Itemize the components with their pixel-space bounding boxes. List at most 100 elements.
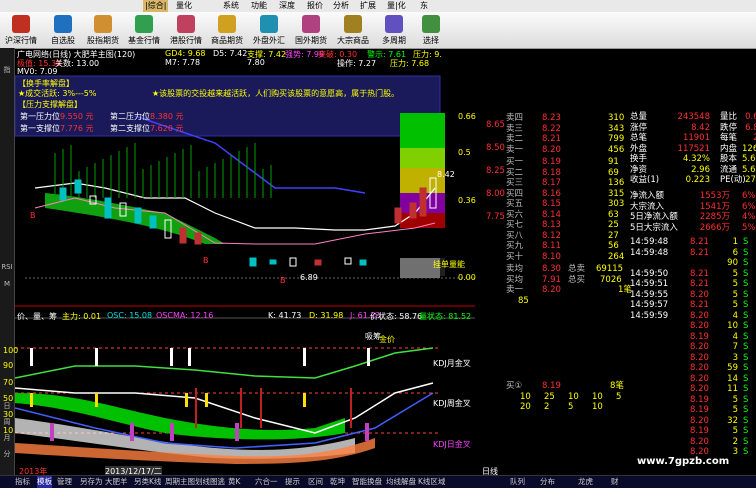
quote-label: 跌停 (720, 122, 738, 133)
toolbar-button-8[interactable]: 大宗商品 (334, 12, 372, 48)
toolbar-button-5[interactable]: 商品期货 (208, 12, 246, 48)
period-button-1[interactable]: RSI (0, 263, 14, 272)
flow-share: 5% (742, 222, 756, 233)
menu-item-4[interactable]: 深度 (277, 0, 297, 12)
bid-label: 买五 (506, 199, 524, 209)
candle (104, 197, 112, 219)
tick-price: 8.19 (690, 405, 709, 415)
bottom-tab-14[interactable]: 均线解盘 (386, 476, 416, 488)
bottom-tab-2[interactable]: 管理 (57, 476, 72, 488)
bottom-tab-7[interactable]: 划线图逃 (195, 476, 225, 488)
menu-item-0[interactable]: |综合| (143, 0, 169, 12)
quote-value: 11901 (682, 133, 710, 143)
toolbar-button-7[interactable]: 国外期货 (292, 12, 330, 48)
bottom-tab-18[interactable]: 龙虎 (578, 476, 593, 488)
bid-price: 8.16 (542, 188, 561, 199)
tick-price: 8.20 (690, 289, 709, 300)
bottom-tab-19[interactable]: 财 (611, 476, 619, 488)
candle (134, 207, 142, 224)
tick-side: S (743, 384, 749, 394)
tick-side: S (743, 321, 749, 331)
toolbar-label: 港股行情 (170, 36, 202, 45)
bid-label: 买八 (506, 230, 524, 241)
ind-d: D: 31.98 (309, 311, 344, 320)
tick-side: S (743, 310, 749, 321)
bottom-tab-10[interactable]: 提示 (285, 476, 300, 488)
main-toolbar: 沪深行情 自选股 股指期货 基金行情 港股行情 商品期货 外盘外汇 国外期货 大宗商品 多周期 选择 (0, 12, 756, 49)
order-summary-avg2_label: 买均 (506, 274, 524, 285)
menu-item-6[interactable]: 分析 (331, 0, 351, 12)
bottom-tab-17[interactable]: 分布 (540, 476, 555, 488)
toolbar-label: 大宗商品 (337, 36, 369, 45)
toolbar-button-6[interactable]: 外盘外汇 (250, 12, 288, 48)
s1-label: 第一支撑位 (20, 124, 60, 133)
bottom-tab-4[interactable]: 大肥羊 (105, 476, 128, 488)
period-button-5[interactable]: 月 (0, 434, 14, 443)
menu-item-7[interactable]: 扩展 (358, 0, 378, 12)
bottom-tab-9[interactable]: 六合一 (255, 476, 278, 488)
menu-item-9[interactable]: 东 (418, 0, 430, 12)
bottom-tab-12[interactable]: 乾坤 (330, 476, 345, 488)
kline-chart-area[interactable]: BBB 广电网络(日线) 大肥羊主图(120) GD4: 9.68 D5: 7.… (3, 48, 498, 477)
toolbar-button-3[interactable]: 基金行情 (125, 12, 163, 48)
bottom-tab-3[interactable]: 另存为 (80, 476, 103, 488)
signal-bar (365, 423, 369, 441)
toolbar-button-4[interactable]: 港股行情 (167, 12, 205, 48)
tick-volume: 5 (732, 300, 738, 310)
tick-volume: 32 (727, 415, 738, 426)
period-button-0[interactable]: 指 (0, 66, 14, 75)
bid-volume: 56 (608, 241, 619, 251)
tick-time: 14:59:57 (630, 300, 669, 310)
bottom-tab-11[interactable]: 区间 (308, 476, 323, 488)
signal-bar (235, 423, 239, 441)
bottom-tab-5[interactable]: 另类K线 (134, 476, 161, 488)
toolbar-button-9[interactable]: 多周期 (375, 12, 413, 48)
ind-price-state: 价状态: 58.76 (370, 312, 423, 321)
bottom-tab-0[interactable]: 指标 (15, 476, 30, 488)
bottom-tab-6[interactable]: 周期主图 (165, 476, 195, 488)
toolbar-button-0[interactable]: 沪深行情 (2, 12, 40, 48)
toolbar-button-10[interactable]: 选择 (412, 12, 450, 48)
bottom-tab-1[interactable]: 模板 (37, 476, 52, 488)
order-summary-avg_price: 8.30 (542, 264, 561, 274)
ind-oscma: OSCMA: 12.16 (156, 311, 214, 320)
bottom-tab-15[interactable]: K线区域 (418, 476, 445, 488)
tick-price: 8.21 (690, 247, 709, 258)
bid-price: 8.17 (542, 178, 561, 188)
tick-price: 8.19 (690, 331, 709, 342)
m7-value: M7: 7.78 (165, 58, 201, 67)
ask-price: 8.23 (542, 113, 561, 123)
flow-share: 6% (742, 191, 756, 201)
quote-label: 涨停 (630, 122, 648, 133)
ps-title: 【压力支撑解盘】 (18, 100, 82, 109)
quote-value: 0.65 (745, 112, 756, 122)
queue-energy-label: 挂单量能 (433, 260, 465, 269)
tick-volume: 11 (727, 384, 738, 394)
tick-volume: 3 (732, 352, 738, 363)
last-trade-last_price: 8.20 (542, 285, 561, 295)
tick-price: 8.21 (690, 237, 709, 247)
period-button-6[interactable]: 分 (0, 450, 14, 459)
s2-label: 第二支撑位 (110, 124, 150, 133)
menu-item-3[interactable]: 功能 (249, 0, 269, 12)
y-axis-30: 30 (3, 410, 14, 419)
menu-item-1[interactable]: 量化 (174, 0, 194, 12)
bid-volume: 25 (608, 220, 619, 230)
tick-volume: 59 (727, 363, 738, 373)
bid-volume: 69 (608, 167, 619, 178)
tick-side: S (743, 352, 749, 363)
toolbar-button-1[interactable]: 自选股 (44, 12, 82, 48)
menu-item-8[interactable]: 量|化 (385, 0, 408, 12)
tick-volume: 5 (732, 268, 738, 279)
bottom-tab-13[interactable]: 智能换盘 (352, 476, 382, 488)
menu-item-5[interactable]: 报价 (305, 0, 325, 12)
bottom-tab-16[interactable]: 队列 (510, 476, 525, 488)
quote-label: 股本 (720, 154, 738, 164)
toolbar-app-icon (94, 15, 112, 33)
bottom-tab-8[interactable]: 黄K (228, 476, 240, 488)
menu-item-2[interactable]: 系统 (221, 0, 241, 12)
tick-volume: 10 (727, 321, 738, 331)
toolbar-button-2[interactable]: 股指期货 (84, 12, 122, 48)
period-button-2[interactable]: M (0, 280, 14, 289)
signal-bar (188, 348, 191, 366)
